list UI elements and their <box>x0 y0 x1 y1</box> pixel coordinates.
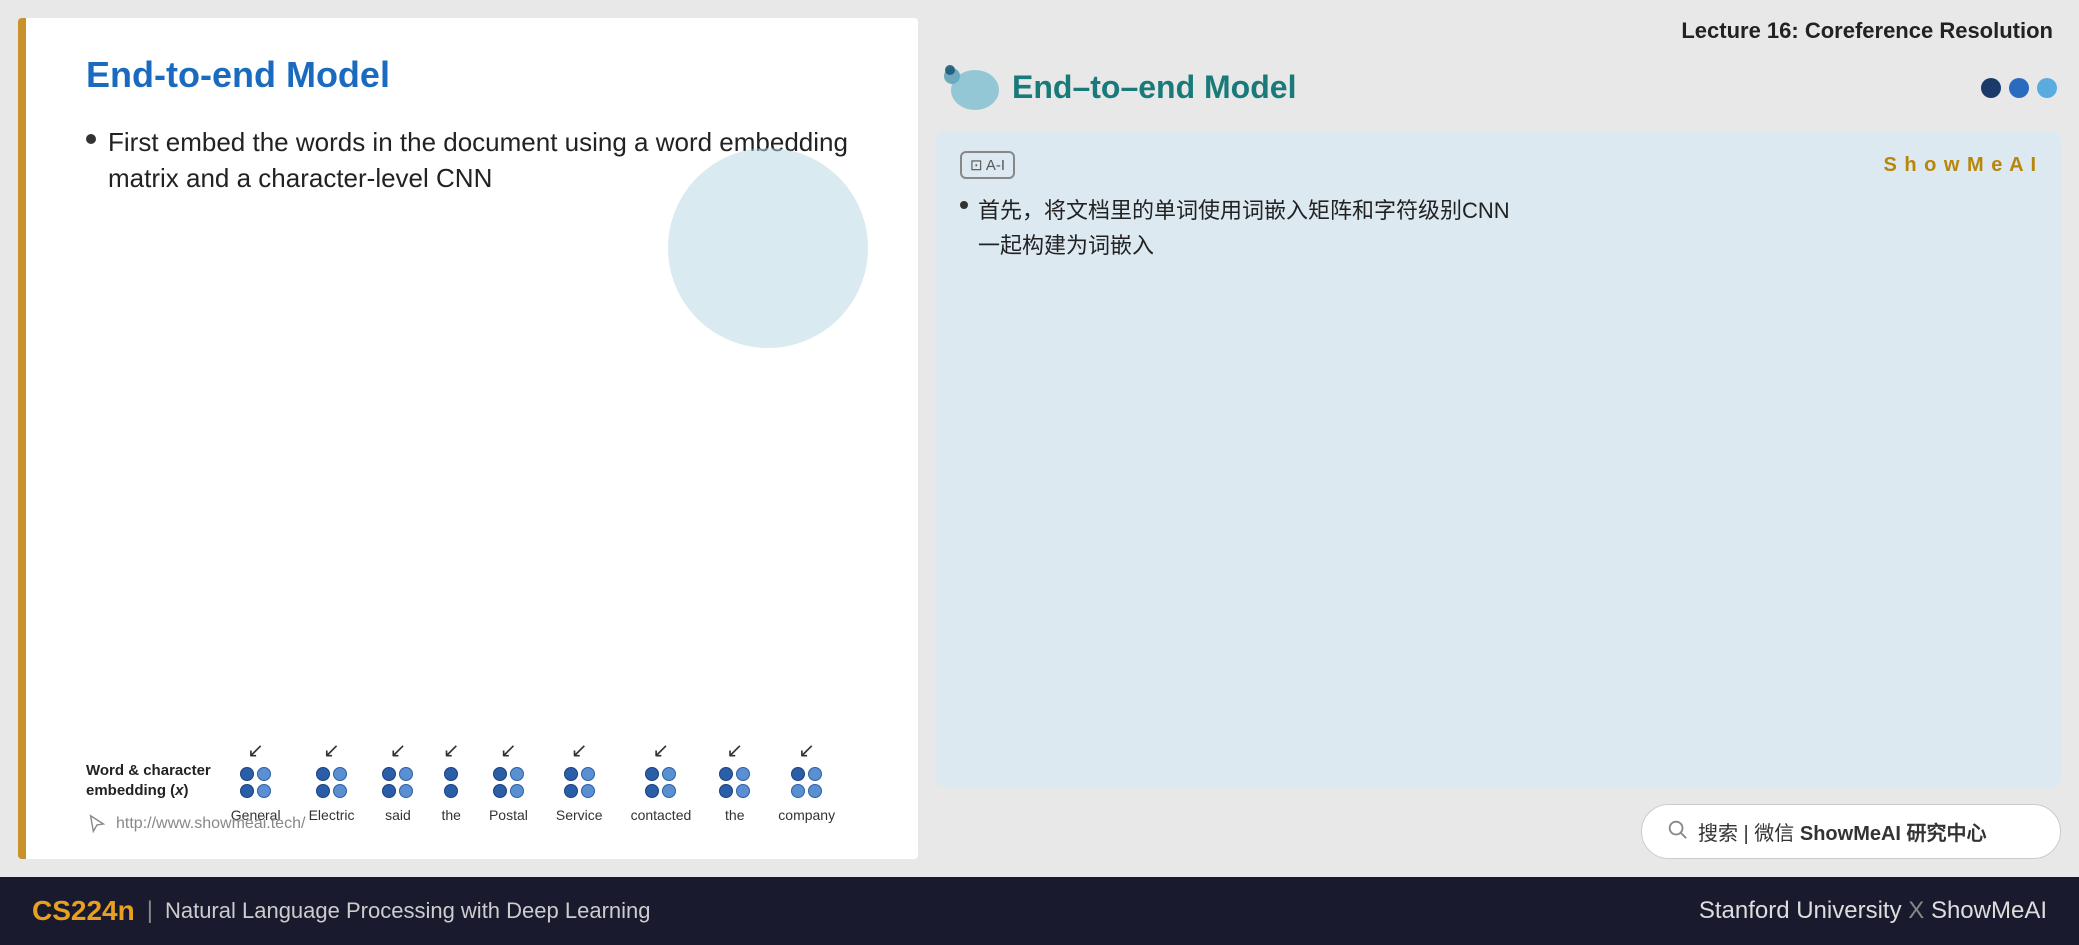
word-col-the2: ↙ the <box>719 738 750 823</box>
showmeai-text: ShowMeAI <box>1931 897 2047 924</box>
divider-bar: | <box>147 897 153 925</box>
translation-card: ⊡ A-I S h o w M e A I 首先，将文档里的单词使用词嵌入矩阵和… <box>936 131 2061 788</box>
word-col-contacted: ↙ contacted <box>631 738 692 823</box>
word-col-said: ↙ said <box>382 738 413 823</box>
word-col-the1: ↙ the <box>441 738 460 823</box>
word-label-company: company <box>778 807 835 823</box>
word-col-electric: ↙ Electric <box>309 738 355 823</box>
course-name: Natural Language Processing with Deep Le… <box>165 898 651 924</box>
lecture-title: Lecture 16: Coreference Resolution <box>936 18 2061 44</box>
word-columns: ↙ General ↙ Electric <box>231 738 835 823</box>
word-col-service: ↙ Service <box>556 738 603 823</box>
word-label-said: said <box>385 807 411 823</box>
nav-dot-2[interactable] <box>2009 78 2029 98</box>
search-text: 搜索 | 微信 ShowMeAI 研究中心 <box>1698 817 1987 846</box>
word-col-company: ↙ company <box>778 738 835 823</box>
model-title: End–to–end Model <box>1012 69 1296 106</box>
model-header: End–to–end Model <box>940 60 1296 115</box>
translation-dot <box>960 201 968 209</box>
nav-dot-3[interactable] <box>2037 78 2057 98</box>
bottom-bar: CS224n | Natural Language Processing wit… <box>0 877 2079 945</box>
url-text: http://www.showmeai.tech/ <box>116 815 305 833</box>
ai-badge: ⊡ A-I <box>960 151 1015 179</box>
bullet-dot <box>86 134 96 144</box>
nav-dot-1[interactable] <box>1981 78 2001 98</box>
nav-dots <box>1981 78 2057 98</box>
x-symbol: X <box>1908 897 1931 924</box>
slide-title: End-to-end Model <box>86 54 870 96</box>
cursor-icon <box>86 813 108 835</box>
highlight-circle <box>668 148 868 348</box>
word-col-general: ↙ General <box>231 738 281 823</box>
ai-badge-text: ⊡ A-I <box>970 156 1005 174</box>
main-content: End-to-end Model First embed the words i… <box>0 0 2079 877</box>
right-header: End–to–end Model <box>936 60 2061 115</box>
embedding-diagram: Word & characterembedding (x) ↙ General … <box>86 718 870 823</box>
embedding-label: Word & characterembedding (x) <box>86 761 211 800</box>
translation-bullet: 首先，将文档里的单词使用词嵌入矩阵和字符级别CNN一起构建为词嵌入 <box>960 193 2037 263</box>
stanford-text: Stanford University <box>1699 897 1902 924</box>
word-col-postal: ↙ Postal <box>489 738 528 823</box>
bottom-left: CS224n | Natural Language Processing wit… <box>32 895 651 927</box>
search-icon <box>1666 818 1688 845</box>
card-header: ⊡ A-I S h o w M e A I <box>960 151 2037 179</box>
word-label-postal: Postal <box>489 807 528 823</box>
slide-panel: End-to-end Model First embed the words i… <box>18 18 918 859</box>
word-label-contacted: contacted <box>631 807 692 823</box>
right-panel: Lecture 16: Coreference Resolution End–t… <box>936 18 2061 859</box>
translation-text: 首先，将文档里的单词使用词嵌入矩阵和字符级别CNN一起构建为词嵌入 <box>978 193 1510 263</box>
slide-url: http://www.showmeai.tech/ <box>86 813 305 835</box>
model-icon <box>940 60 1000 115</box>
showmeai-brand: S h o w M e A I <box>1883 154 2037 177</box>
word-label-electric: Electric <box>309 807 355 823</box>
word-label-service: Service <box>556 807 603 823</box>
word-label-the2: the <box>725 807 744 823</box>
word-label-the1: the <box>441 807 460 823</box>
search-bar[interactable]: 搜索 | 微信 ShowMeAI 研究中心 <box>1641 804 2061 859</box>
course-code: CS224n <box>32 895 135 927</box>
bottom-right: Stanford University X ShowMeAI <box>1699 897 2047 925</box>
